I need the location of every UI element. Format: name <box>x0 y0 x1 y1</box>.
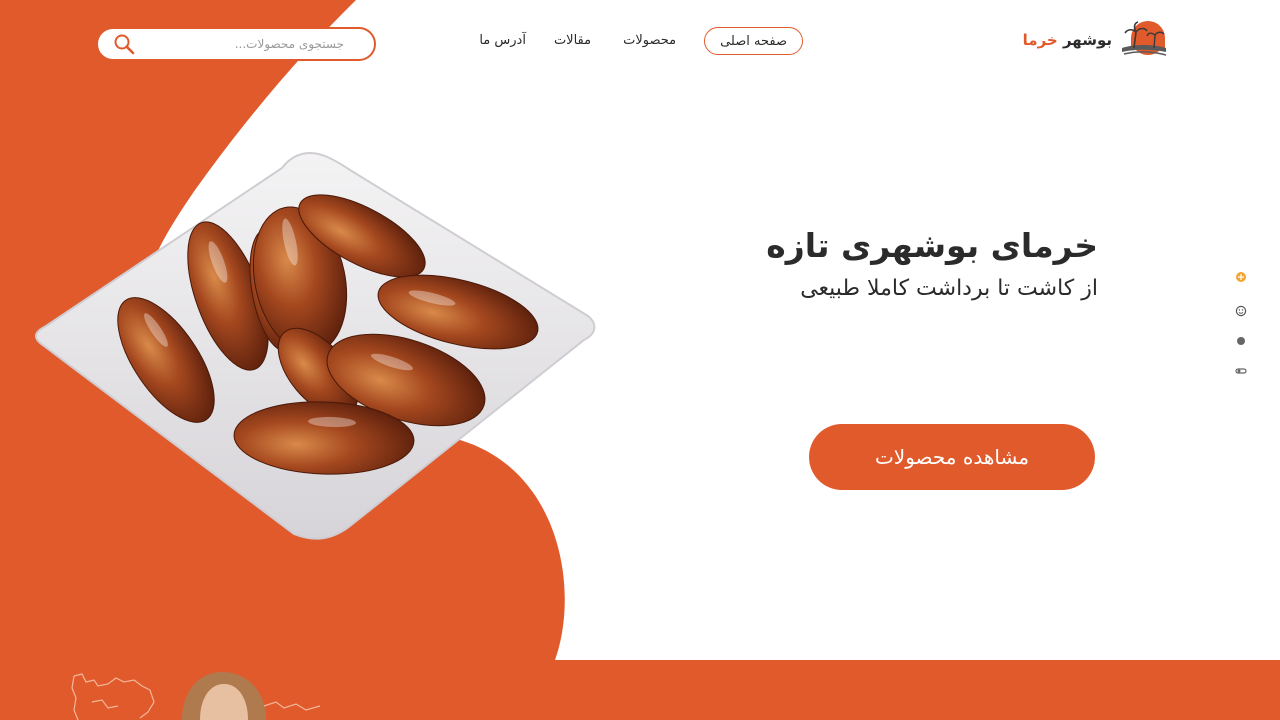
search-icon[interactable] <box>112 33 136 57</box>
site-header: بوشهر خرما صفحه اصلی محصولات مقالات آدرس… <box>0 0 1280 84</box>
sun-icon[interactable] <box>1234 270 1248 284</box>
brand-name-part2: خرما <box>1022 31 1058 49</box>
search-input[interactable] <box>138 30 358 58</box>
nav-item-home[interactable]: صفحه اصلی <box>704 27 803 55</box>
hero-subtitle: از کاشت تا برداشت کاملا طبیعی <box>800 276 1098 301</box>
footer-band <box>0 660 1280 720</box>
dates-on-plate-image <box>35 152 596 540</box>
view-products-button[interactable]: مشاهده محصولات <box>809 424 1095 490</box>
iran-map-outline-icon <box>71 673 155 720</box>
toggle-icon[interactable] <box>1234 364 1248 378</box>
brand-name: بوشهر خرما <box>1023 31 1112 49</box>
circle-icon[interactable] <box>1234 334 1248 348</box>
main-nav: صفحه اصلی محصولات مقالات آدرس ما <box>479 27 803 55</box>
search-box <box>96 27 376 61</box>
smile-icon[interactable] <box>1234 304 1248 318</box>
brand-logo[interactable]: بوشهر خرما <box>1023 18 1168 62</box>
nav-item-products[interactable]: محصولات <box>623 27 676 55</box>
brand-name-part1: بوشهر <box>1062 31 1112 49</box>
hero-text: خرمای بوشهری تازه از کاشت تا برداشت کامل… <box>678 222 1098 308</box>
hero-title: خرمای بوشهری تازه <box>766 226 1098 265</box>
palm-tree-logo-icon <box>1122 21 1167 56</box>
nav-item-address[interactable]: آدرس ما <box>479 27 526 55</box>
map-outline-fragment-icon <box>263 701 321 711</box>
nav-item-articles[interactable]: مقالات <box>554 27 591 55</box>
